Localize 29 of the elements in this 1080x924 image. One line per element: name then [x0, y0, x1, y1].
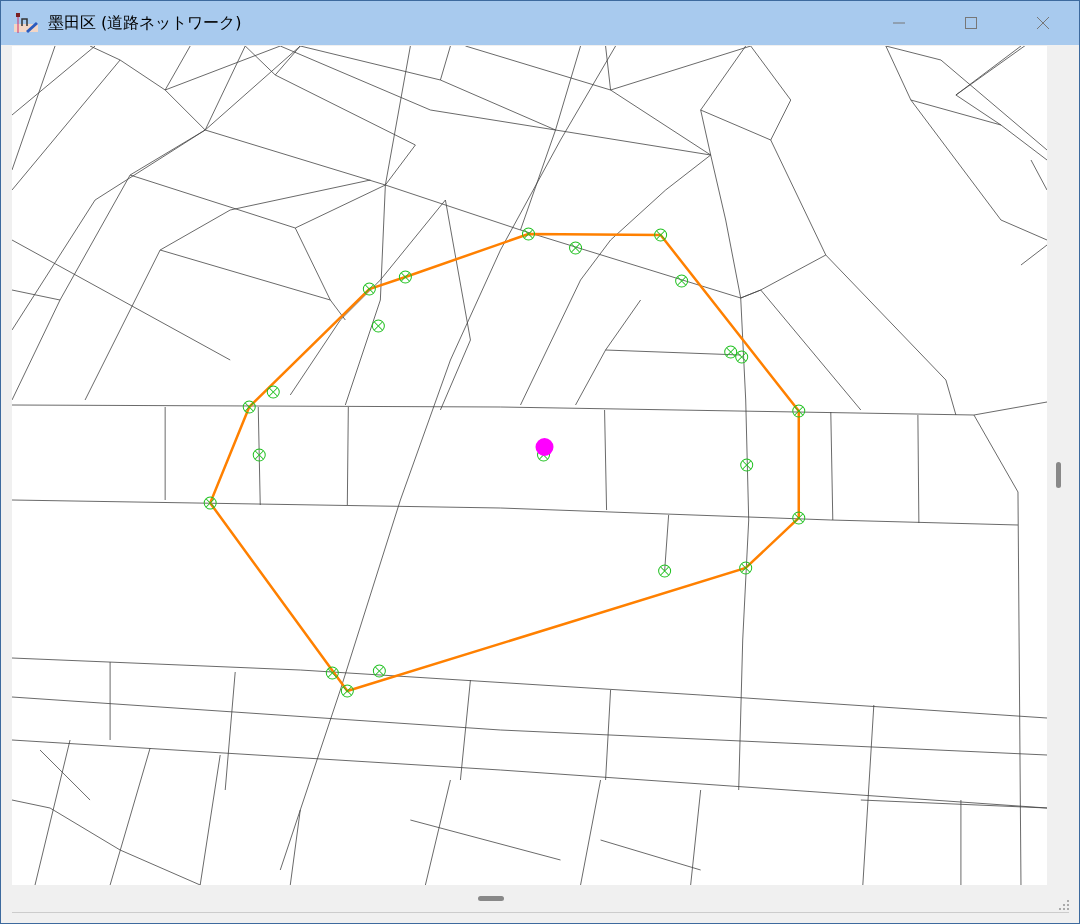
crossed-circle-node — [739, 561, 753, 575]
resize-grip-icon[interactable] — [1059, 900, 1069, 910]
crossed-circle-node — [654, 228, 668, 242]
maximize-icon — [965, 17, 977, 29]
crossed-circle-node — [362, 282, 376, 296]
window-title: 墨田区 (道路ネットワーク) — [48, 12, 242, 34]
crossed-circle-node — [372, 664, 386, 678]
scroll-thumb[interactable] — [1056, 462, 1061, 488]
drafting-tools-icon — [13, 12, 39, 34]
crossed-circle-node — [371, 319, 385, 333]
crossed-circle-node — [398, 270, 412, 284]
crossed-circle-node — [340, 684, 354, 698]
crossed-circle-node — [266, 385, 280, 399]
crossed-circle-node — [203, 496, 217, 510]
crossed-circle-node — [724, 345, 738, 359]
crossed-circle-node — [740, 458, 754, 472]
location-point — [535, 438, 554, 456]
crossed-circle-node — [658, 564, 672, 578]
crossed-circle-node — [675, 274, 689, 288]
crossed-circle-node — [242, 400, 256, 414]
crossed-circle-node — [325, 666, 339, 680]
crossed-circle-node — [522, 227, 535, 241]
close-icon — [1037, 17, 1049, 29]
crossed-circle-node — [792, 404, 806, 418]
crossed-circle-node — [792, 511, 806, 525]
scroll-thumb[interactable] — [478, 896, 504, 901]
crossed-circle-node — [735, 350, 749, 364]
crossed-circle-node — [252, 448, 266, 462]
crossed-circle-node — [569, 241, 583, 255]
